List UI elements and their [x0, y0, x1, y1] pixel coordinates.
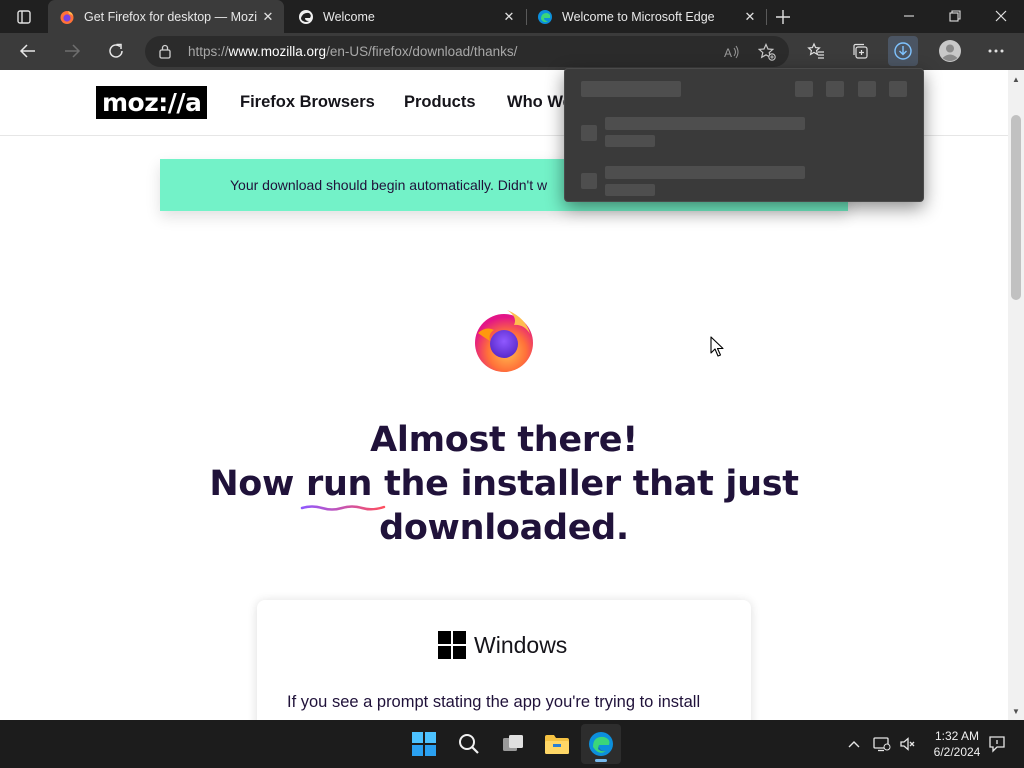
tab-strip: Get Firefox for desktop — Mozill ✕ Welco…	[0, 0, 1024, 33]
download-item-status-placeholder	[605, 135, 655, 147]
url-text: https://www.mozilla.org/en-US/firefox/do…	[188, 44, 518, 59]
downloads-button[interactable]	[888, 36, 918, 66]
edge-taskbar-button[interactable]	[581, 724, 621, 764]
flyout-pin-icon[interactable]	[889, 81, 907, 97]
new-tab-button[interactable]	[771, 5, 795, 29]
windows-instructions-card: Windows If you see a prompt stating the …	[257, 600, 751, 720]
add-favorite-icon[interactable]	[756, 41, 778, 63]
file-explorer-button[interactable]	[537, 724, 577, 764]
search-button[interactable]	[449, 724, 489, 764]
edge-icon	[589, 732, 613, 756]
file-explorer-icon	[545, 735, 569, 754]
headline-line-2: Now run the installer that just	[150, 462, 858, 511]
download-item-file-icon	[581, 173, 597, 189]
close-tab-icon[interactable]: ✕	[739, 6, 761, 28]
profile-avatar[interactable]	[935, 36, 965, 66]
task-view-button[interactable]	[493, 724, 533, 764]
nav-products[interactable]: Products	[404, 93, 476, 112]
download-item-file-icon	[581, 125, 597, 141]
system-clock[interactable]: 1:32 AM 6/2/2024	[928, 728, 986, 760]
network-icon[interactable]	[871, 733, 893, 755]
task-view-icon	[503, 735, 523, 751]
more-options-icon[interactable]	[981, 36, 1011, 66]
lock-icon[interactable]	[158, 44, 172, 59]
download-notice-text: Your download should begin automatically…	[230, 177, 548, 193]
mouse-pointer-icon	[710, 336, 724, 357]
page-scrollbar[interactable]: ▲ ▼	[1008, 70, 1024, 720]
tab-actions-icon[interactable]	[8, 4, 40, 30]
flyout-search-icon[interactable]	[826, 81, 844, 97]
collections-button[interactable]	[845, 36, 875, 66]
tab-title: Welcome to Microsoft Edge	[562, 9, 715, 24]
card-title: Windows	[438, 631, 567, 659]
volume-muted-icon[interactable]	[897, 733, 919, 755]
search-icon	[459, 734, 479, 754]
headline-run-word: run	[300, 462, 386, 511]
card-title-label: Windows	[474, 631, 568, 658]
tab-title: Welcome	[323, 9, 375, 24]
squiggle-underline	[300, 505, 386, 511]
refresh-button[interactable]	[101, 36, 131, 66]
edge-icon	[538, 9, 552, 24]
minimize-button[interactable]	[886, 0, 932, 32]
read-aloud-icon[interactable]: A	[721, 41, 743, 63]
windows-taskbar: 1:32 AM 6/2/2024	[0, 720, 1024, 768]
forward-button[interactable]	[57, 36, 87, 66]
back-button[interactable]	[13, 36, 43, 66]
flyout-folder-icon[interactable]	[795, 81, 813, 97]
headline-line-1: Almost there!	[370, 420, 638, 460]
flyout-title-placeholder	[581, 81, 681, 97]
notifications-icon[interactable]	[986, 733, 1008, 755]
firefox-icon	[60, 10, 74, 24]
download-item-name-placeholder[interactable]	[605, 166, 805, 179]
show-hidden-icons-chevron-icon[interactable]	[843, 733, 865, 755]
scroll-down-arrow-icon[interactable]: ▼	[1008, 704, 1024, 718]
close-window-button[interactable]	[978, 0, 1024, 32]
windows-start-icon	[412, 732, 436, 756]
close-tab-icon[interactable]: ✕	[257, 6, 279, 28]
svg-text:A: A	[724, 46, 732, 59]
mozilla-logo[interactable]: moz://a	[96, 86, 208, 119]
active-app-indicator	[595, 759, 607, 762]
address-bar[interactable]: https://www.mozilla.org/en-US/firefox/do…	[145, 36, 789, 67]
clock-time: 1:32 AM	[934, 729, 980, 743]
start-button[interactable]	[404, 724, 444, 764]
edge-dev-icon	[299, 9, 313, 24]
scroll-up-arrow-icon[interactable]: ▲	[1008, 72, 1024, 86]
tab-separator	[766, 9, 767, 25]
clock-date: 6/2/2024	[933, 745, 981, 759]
download-item-name-placeholder[interactable]	[605, 117, 805, 130]
tab-microsoft-edge[interactable]: Welcome to Microsoft Edge ✕	[526, 0, 766, 33]
scroll-thumb[interactable]	[1011, 115, 1021, 300]
downloads-flyout	[564, 68, 924, 202]
favorites-button[interactable]	[801, 36, 831, 66]
flyout-more-icon[interactable]	[858, 81, 876, 97]
tab-welcome[interactable]: Welcome ✕	[287, 0, 525, 33]
download-item-status-placeholder	[605, 184, 655, 196]
close-tab-icon[interactable]: ✕	[498, 6, 520, 28]
page-headline: Almost there! Now run the installer that…	[150, 418, 858, 550]
tab-title: Get Firefox for desktop — Mozill	[84, 9, 257, 24]
tab-firefox-download[interactable]: Get Firefox for desktop — Mozill ✕	[48, 0, 284, 33]
card-body-text: If you see a prompt stating the app you'…	[287, 693, 701, 711]
firefox-logo	[475, 310, 533, 372]
headline-line-3: downloaded.	[379, 508, 629, 548]
browser-toolbar: https://www.mozilla.org/en-US/firefox/do…	[0, 33, 1024, 70]
restore-button[interactable]	[932, 0, 978, 32]
nav-firefox-browsers[interactable]: Firefox Browsers	[240, 93, 375, 112]
nav-who-we-are[interactable]: Who We	[507, 93, 572, 112]
windows-logo-icon	[438, 631, 466, 659]
